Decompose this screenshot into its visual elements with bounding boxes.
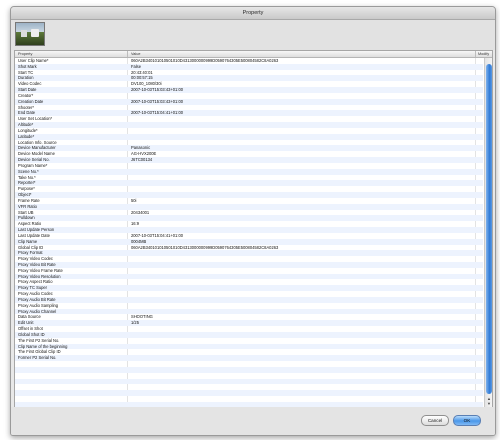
column-header-modify[interactable]: Modify — [478, 51, 489, 57]
window-title: Property — [11, 7, 495, 20]
column-header-property[interactable]: Property — [18, 51, 32, 57]
vertical-scrollbar[interactable]: ▲ ▼ — [484, 58, 492, 408]
column-header-value[interactable]: Value — [131, 51, 140, 57]
scrollbar-thumb[interactable] — [486, 64, 492, 394]
column-separator[interactable] — [127, 51, 128, 57]
clip-thumbnail-image — [15, 22, 45, 46]
dialog-footer: Cancel OK — [11, 407, 495, 435]
table-header: Property Value Modify — [15, 51, 492, 58]
thumb-object — [21, 30, 27, 37]
scroll-down-arrow-icon[interactable]: ▼ — [486, 401, 492, 406]
property-table: Property Value Modify User Clip Name* 060… — [14, 50, 493, 409]
cancel-button[interactable]: Cancel — [421, 415, 449, 426]
thumbnail-area — [11, 20, 495, 50]
column-separator[interactable] — [475, 51, 476, 57]
property-window: Property Property Value Modify User Clip… — [10, 6, 496, 436]
ok-button[interactable]: OK — [453, 415, 481, 426]
table-body: User Clip Name* 060A2B340101010501010D431… — [15, 58, 483, 408]
thumb-object — [31, 29, 39, 37]
